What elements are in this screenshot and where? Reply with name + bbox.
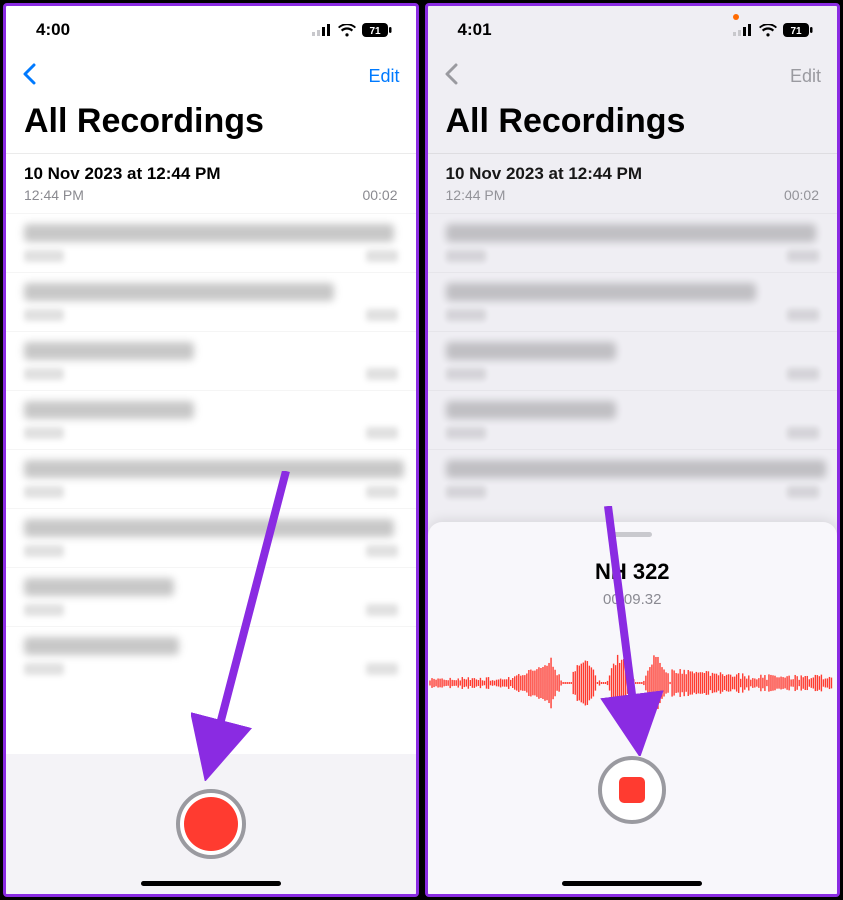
chevron-left-icon [444, 63, 458, 85]
recording-name-blurred [24, 401, 194, 419]
chevron-left-icon [22, 63, 36, 85]
phone-screen-right: 4:01 71 Edit All Recordings 10 Nov 2023 … [425, 3, 841, 897]
record-icon [184, 797, 238, 851]
home-indicator[interactable] [141, 881, 281, 886]
recording-name-blurred [24, 342, 194, 360]
recording-row-blurred[interactable] [6, 567, 416, 626]
stop-button[interactable] [598, 756, 666, 824]
recording-time: 12:44 PM [446, 187, 506, 203]
back-button[interactable] [22, 61, 36, 92]
status-time: 4:00 [36, 20, 70, 40]
record-button[interactable] [176, 789, 246, 859]
recording-row-blurred[interactable] [6, 508, 416, 567]
sheet-grabber[interactable] [612, 532, 652, 537]
record-tray [6, 754, 416, 894]
recording-name-blurred [446, 460, 826, 478]
cellular-icon [733, 24, 753, 36]
wifi-icon [759, 24, 777, 37]
recording-name-blurred [24, 519, 394, 537]
svg-text:71: 71 [369, 26, 381, 37]
recording-row-blurred[interactable] [428, 390, 838, 449]
recording-name-blurred [24, 460, 404, 478]
battery-icon: 71 [362, 23, 392, 37]
recording-sheet[interactable]: NH 322 00:09.32 [428, 522, 838, 894]
recording-indicator-icon [733, 14, 739, 20]
recording-time: 12:44 PM [24, 187, 84, 203]
recording-name-blurred [24, 578, 174, 596]
status-time: 4:01 [458, 20, 492, 40]
recording-row[interactable]: 10 Nov 2023 at 12:44 PM 12:44 PM 00:02 [428, 153, 838, 213]
active-recording-elapsed: 00:09.32 [603, 591, 661, 608]
status-bar: 4:00 71 [6, 6, 416, 54]
recording-name-blurred [446, 342, 616, 360]
recording-row-blurred[interactable] [6, 626, 416, 685]
recording-row-blurred[interactable] [428, 331, 838, 390]
status-icons: 71 [733, 23, 813, 37]
recording-row-blurred[interactable] [6, 272, 416, 331]
recording-duration: 00:02 [784, 187, 819, 203]
recording-row[interactable]: 10 Nov 2023 at 12:44 PM 12:44 PM 00:02 [6, 153, 416, 213]
nav-bar: Edit [6, 54, 416, 98]
recording-name-blurred [446, 401, 616, 419]
recording-row-blurred[interactable] [6, 213, 416, 272]
recording-row-blurred[interactable] [428, 449, 838, 508]
status-icons: 71 [312, 23, 392, 37]
recording-row-blurred[interactable] [6, 390, 416, 449]
phone-screen-left: 4:00 71 Edit All Recordings 10 Nov 2023 … [3, 3, 419, 897]
edit-button[interactable]: Edit [368, 66, 399, 87]
recording-name-blurred [24, 637, 179, 655]
recording-row-blurred[interactable] [6, 449, 416, 508]
recording-name-blurred [24, 224, 394, 242]
recording-duration: 00:02 [362, 187, 397, 203]
recording-name-blurred [446, 224, 816, 242]
nav-bar: Edit [428, 54, 838, 98]
back-button[interactable] [444, 61, 458, 92]
recording-row-blurred[interactable] [428, 213, 838, 272]
waveform [428, 648, 838, 718]
status-bar: 4:01 71 [428, 6, 838, 54]
recording-name: 10 Nov 2023 at 12:44 PM [446, 164, 820, 184]
battery-icon: 71 [783, 23, 813, 37]
stop-icon [619, 777, 645, 803]
svg-text:71: 71 [790, 26, 802, 37]
edit-button: Edit [790, 66, 821, 87]
recording-row-blurred[interactable] [428, 272, 838, 331]
active-recording-name: NH 322 [595, 559, 670, 585]
home-indicator[interactable] [562, 881, 702, 886]
recording-name: 10 Nov 2023 at 12:44 PM [24, 164, 398, 184]
recording-name-blurred [24, 283, 334, 301]
recording-row-blurred[interactable] [6, 331, 416, 390]
recording-name-blurred [446, 283, 756, 301]
page-title: All Recordings [6, 98, 416, 153]
cellular-icon [312, 24, 332, 36]
page-title: All Recordings [428, 98, 838, 153]
wifi-icon [338, 24, 356, 37]
